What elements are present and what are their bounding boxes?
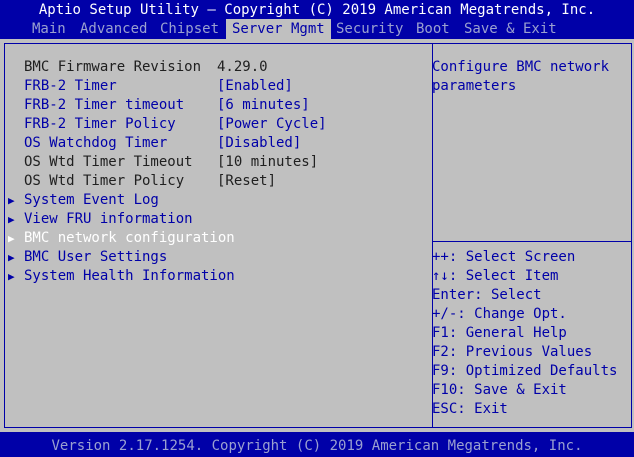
- submenu-bmc-network-config[interactable]: BMC network configuration: [24, 229, 235, 248]
- tab-main[interactable]: Main: [32, 19, 66, 39]
- tab-server-mgmt[interactable]: Server Mgmt: [226, 19, 331, 39]
- help-divider: [433, 241, 631, 242]
- submenu-arrow-icon: ▶: [8, 251, 15, 264]
- panel-frame: BMC Firmware Revision 4.29.0 FRB-2 Timer…: [4, 43, 632, 428]
- bios-screen: Aptio Setup Utility – Copyright (C) 2019…: [0, 0, 634, 457]
- help-line-1: Configure BMC network: [432, 59, 610, 75]
- key-help-select-item: ↑↓: Select Item: [432, 268, 559, 284]
- submenu-system-health[interactable]: System Health Information: [24, 267, 235, 286]
- bmc-firmware-revision-label: BMC Firmware Revision: [24, 59, 202, 75]
- title-bar: Aptio Setup Utility – Copyright (C) 2019…: [38, 2, 596, 18]
- os-watchdog-label[interactable]: OS Watchdog Timer: [24, 134, 167, 153]
- frb2-timeout-label[interactable]: FRB-2 Timer timeout: [24, 96, 184, 115]
- os-watchdog-value[interactable]: [Disabled]: [217, 134, 301, 153]
- frb2-timeout-value[interactable]: [6 minutes]: [217, 96, 310, 115]
- key-help-f9: F9: Optimized Defaults: [432, 363, 618, 379]
- key-help-f10: F10: Save & Exit: [432, 382, 567, 398]
- footer-version: Version 2.17.1254. Copyright (C) 2019 Am…: [51, 438, 583, 454]
- os-wtd-timeout-value: [10 minutes]: [217, 154, 319, 170]
- bmc-firmware-revision-value: 4.29.0: [217, 59, 268, 75]
- submenu-arrow-icon: ▶: [8, 270, 15, 283]
- os-wtd-timeout-label: OS Wtd Timer Timeout: [24, 154, 193, 170]
- submenu-view-fru[interactable]: View FRU information: [24, 210, 193, 229]
- submenu-bmc-user-settings[interactable]: BMC User Settings: [24, 248, 167, 267]
- key-help-f1: F1: General Help: [432, 325, 567, 341]
- frb2-policy-label[interactable]: FRB-2 Timer Policy: [24, 115, 176, 134]
- submenu-system-event-log[interactable]: System Event Log: [24, 191, 159, 210]
- frb2-policy-value[interactable]: [Power Cycle]: [217, 115, 327, 134]
- tab-boot[interactable]: Boot: [416, 19, 450, 39]
- submenu-arrow-icon: ▶: [8, 232, 15, 245]
- tab-chipset[interactable]: Chipset: [160, 19, 219, 39]
- main-panel: BMC Firmware Revision 4.29.0 FRB-2 Timer…: [0, 39, 634, 432]
- key-help-enter: Enter: Select: [432, 287, 542, 303]
- tab-save-exit[interactable]: Save & Exit: [464, 19, 557, 39]
- submenu-arrow-icon: ▶: [8, 194, 15, 207]
- tab-advanced[interactable]: Advanced: [80, 19, 147, 39]
- os-wtd-policy-label: OS Wtd Timer Policy: [24, 173, 185, 189]
- frb2-timer-value[interactable]: [Enabled]: [217, 77, 293, 96]
- help-line-2: parameters: [432, 78, 517, 94]
- menu-bar: Main Advanced Chipset Server Mgmt Securi…: [0, 19, 634, 39]
- submenu-arrow-icon: ▶: [8, 213, 15, 226]
- key-help-change-opt: +/-: Change Opt.: [432, 306, 567, 322]
- frb2-timer-label[interactable]: FRB-2 Timer: [24, 77, 117, 96]
- os-wtd-policy-value: [Reset]: [217, 173, 277, 189]
- tab-security[interactable]: Security: [336, 19, 403, 39]
- key-help-select-screen: ++: Select Screen: [432, 249, 576, 265]
- key-help-esc: ESC: Exit: [432, 401, 508, 417]
- key-help-f2: F2: Previous Values: [432, 344, 593, 360]
